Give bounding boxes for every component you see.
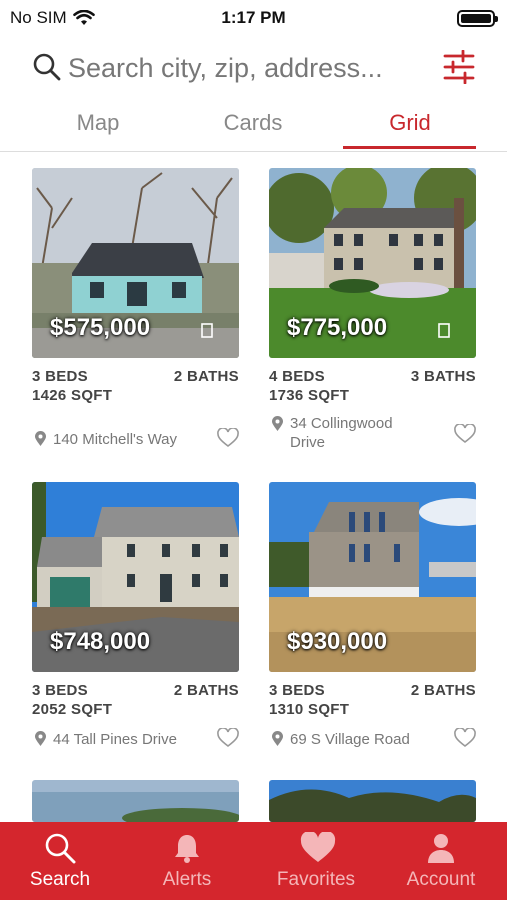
nav-search[interactable]: Search	[0, 822, 123, 900]
listing-address-row: 34 Collingwood Drive	[269, 408, 476, 451]
bell-icon	[175, 835, 199, 863]
bottom-nav: Search Alerts Favorites Account	[0, 822, 507, 900]
listing-price: $575,000	[50, 314, 151, 341]
battery-icon	[457, 10, 498, 27]
listing-address-row: 140 Mitchell's Way	[32, 408, 239, 448]
listing-photo[interactable]: $748,000	[32, 482, 239, 672]
document-icon	[201, 323, 213, 338]
listing-card[interactable]: $930,000 3 BEDS 2 BATHS 1310 SQFT 69 S V…	[269, 482, 476, 762]
favorite-heart-icon[interactable]	[217, 428, 239, 448]
listing-photo[interactable]: $575,000	[32, 168, 239, 358]
favorite-heart-icon[interactable]	[217, 728, 239, 748]
favorite-heart-icon[interactable]	[454, 728, 476, 748]
favorite-heart-icon[interactable]	[454, 424, 476, 444]
listing-address-row: 69 S Village Road	[269, 722, 476, 762]
battery-fill	[461, 14, 491, 23]
nav-label: Alerts	[162, 869, 212, 890]
listing-sqft: 1426 SQFT	[32, 387, 113, 404]
active-tab-indicator	[343, 146, 476, 149]
nav-account[interactable]: Account	[378, 822, 504, 900]
status-bar: No SIM 1:17 PM	[0, 0, 507, 36]
nav-favorites[interactable]: Favorites	[253, 822, 379, 900]
nav-alerts[interactable]: Alerts	[124, 822, 250, 900]
listing-specs: 3 BEDS 2 BATHS 2052 SQFT	[32, 682, 239, 722]
listing-address[interactable]: 140 Mitchell's Way	[53, 430, 228, 449]
tab-grid[interactable]: Grid	[340, 110, 480, 136]
listing-specs: 3 BEDS 2 BATHS 1426 SQFT	[32, 368, 239, 408]
listing-baths: 3 BATHS	[410, 368, 476, 385]
listing-price: $930,000	[287, 628, 388, 655]
listing-address[interactable]: 69 S Village Road	[290, 730, 465, 749]
listing-beds: 3 BEDS	[32, 368, 88, 385]
listing-specs: 4 BEDS 3 BATHS 1736 SQFT	[269, 368, 476, 408]
listing-specs: 3 BEDS 2 BATHS 1310 SQFT	[269, 682, 476, 722]
person-icon	[428, 834, 454, 863]
nav-label: Search	[29, 869, 91, 890]
location-pin-icon	[35, 731, 46, 746]
listing-baths: 2 BATHS	[173, 682, 239, 699]
document-icon	[438, 323, 450, 338]
search-icon	[45, 833, 76, 864]
location-pin-icon	[272, 731, 283, 746]
location-pin-icon	[35, 431, 46, 446]
filter-sliders-icon[interactable]	[443, 50, 475, 84]
listing-beds: 3 BEDS	[269, 682, 325, 699]
listing-photo[interactable]: $775,000	[269, 168, 476, 358]
listing-sqft: 1736 SQFT	[269, 387, 350, 404]
search-input[interactable]	[68, 50, 423, 86]
tab-cards[interactable]: Cards	[183, 110, 323, 136]
listing-baths: 2 BATHS	[173, 368, 239, 385]
search-icon	[33, 53, 61, 81]
listing-sqft: 1310 SQFT	[269, 701, 350, 718]
nav-label: Account	[406, 869, 476, 890]
listing-baths: 2 BATHS	[410, 682, 476, 699]
tab-map[interactable]: Map	[28, 110, 168, 136]
view-tabs: Map Cards Grid	[0, 100, 507, 152]
listing-sqft: 2052 SQFT	[32, 701, 113, 718]
listing-card[interactable]: $748,000 3 BEDS 2 BATHS 2052 SQFT 44 Tal…	[32, 482, 239, 762]
listing-beds: 3 BEDS	[32, 682, 88, 699]
location-pin-icon	[272, 416, 283, 431]
listing-price: $775,000	[287, 314, 388, 341]
status-time: 1:17 PM	[221, 8, 286, 27]
heart-icon	[300, 832, 336, 862]
listing-address[interactable]: 44 Tall Pines Drive	[53, 730, 228, 749]
listing-card[interactable]: $575,000 3 BEDS 2 BATHS 1426 SQFT 140 Mi…	[32, 168, 239, 448]
listing-price: $748,000	[50, 628, 151, 655]
listing-address[interactable]: 34 Collingwood Drive	[290, 414, 420, 452]
listing-beds: 4 BEDS	[269, 368, 325, 385]
listing-photo[interactable]: $930,000	[269, 482, 476, 672]
search-bar	[0, 40, 507, 96]
listing-photo[interactable]	[32, 780, 239, 822]
listing-address-row: 44 Tall Pines Drive	[32, 722, 239, 762]
listing-card[interactable]: $775,000 4 BEDS 3 BATHS 1736 SQFT 34 Col…	[269, 168, 476, 451]
nav-label: Favorites	[276, 869, 356, 890]
listing-photo[interactable]	[269, 780, 476, 822]
